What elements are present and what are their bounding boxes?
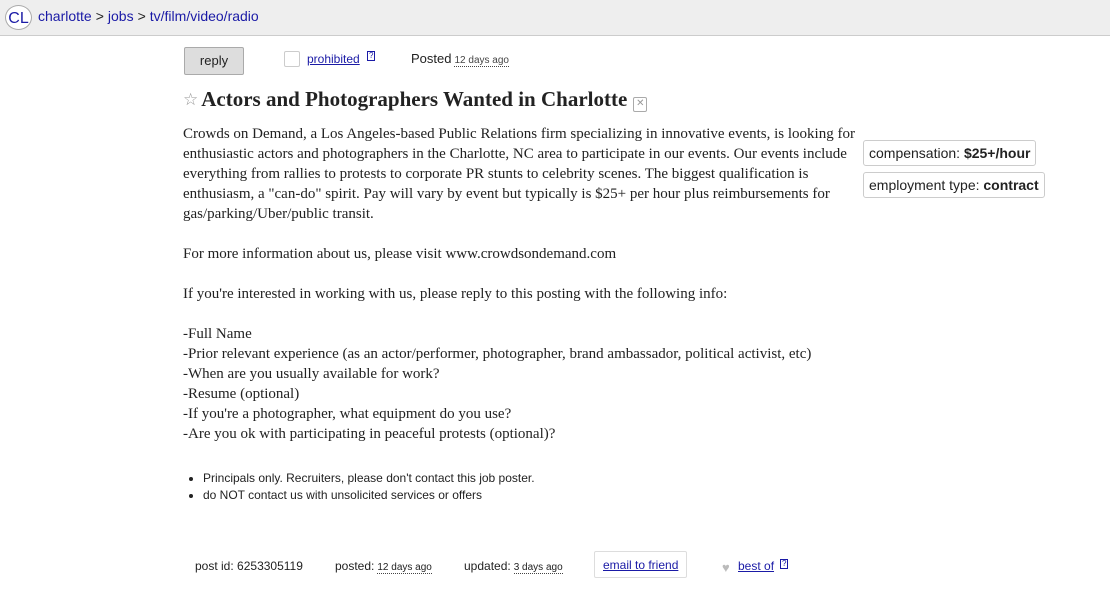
reply-button[interactable]: reply	[184, 47, 244, 75]
posted-info: Posted 12 days ago	[411, 51, 509, 67]
breadcrumb-charlotte[interactable]: charlotte	[38, 8, 92, 24]
requested-info-item: -Are you ok with participating in peacef…	[183, 426, 556, 442]
info-paragraph: For more information about us, please vi…	[183, 246, 617, 262]
best-of-help-icon[interactable]: ?	[780, 559, 789, 569]
posted-date: 12 days ago	[454, 55, 509, 67]
description-paragraph: Crowds on Demand, a Los Angeles-based Pu…	[183, 126, 855, 222]
compensation-label: compensation:	[869, 145, 961, 161]
best-of-link[interactable]: best of	[738, 559, 774, 573]
craigslist-logo[interactable]: CL	[5, 5, 32, 30]
footer-updated: updated: 3 days ago	[464, 559, 563, 574]
posting-body: Crowds on Demand, a Los Angeles-based Pu…	[183, 124, 863, 444]
requested-info-item: -Full Name	[183, 326, 252, 342]
post-id-label: post id:	[195, 559, 234, 573]
footer-updated-date: 3 days ago	[513, 562, 563, 574]
posted-label: Posted	[411, 51, 452, 66]
requested-info-item: -Prior relevant experience (as an actor/…	[183, 346, 812, 362]
requested-info-item: -If you're a photographer, what equipmen…	[183, 406, 512, 422]
employment-type-value: contract	[983, 177, 1039, 193]
compensation-attribute: compensation: $25+/hour	[863, 140, 1037, 166]
post-id-value: 6253305119	[237, 559, 303, 573]
heart-icon[interactable]: ♥	[722, 560, 730, 575]
reply-instructions: If you're interested in working with us,…	[183, 286, 728, 302]
breadcrumb-jobs[interactable]: jobs	[108, 8, 134, 24]
help-icon[interactable]: ?	[367, 51, 376, 61]
footer-posted: posted: 12 days ago	[335, 559, 432, 574]
star-icon[interactable]: ☆	[183, 90, 198, 110]
breadcrumb: charlotte > jobs > tv/film/video/radio	[38, 8, 259, 24]
employment-type-attribute: employment type: contract	[863, 172, 1045, 198]
requested-info-item: -Resume (optional)	[183, 386, 300, 402]
notice-item: Principals only. Recruiters, please don'…	[203, 470, 535, 487]
notices-list: Principals only. Recruiters, please don'…	[185, 470, 535, 504]
compensation-value: $25+/hour	[963, 145, 1031, 161]
employment-type-label: employment type:	[869, 177, 980, 193]
footer-posted-label: posted:	[335, 559, 375, 573]
requested-info-item: -When are you usually available for work…	[183, 366, 440, 382]
footer-updated-label: updated:	[464, 559, 511, 573]
notice-item: do NOT contact us with unsolicited servi…	[203, 487, 535, 504]
breadcrumb-separator: >	[95, 8, 104, 24]
post-id: post id: 6253305119	[195, 559, 303, 573]
top-bar: CL charlotte > jobs > tv/film/video/radio	[0, 0, 1110, 36]
flag-checkbox[interactable]	[284, 51, 300, 67]
hide-posting-icon[interactable]: ✕	[633, 97, 648, 112]
page-title: Actors and Photographers Wanted in Charl…	[201, 87, 628, 111]
footer-posted-date: 12 days ago	[377, 562, 432, 574]
breadcrumb-category[interactable]: tv/film/video/radio	[150, 8, 259, 24]
email-to-friend-button[interactable]: email to friend	[594, 551, 688, 578]
breadcrumb-separator: >	[137, 8, 146, 24]
prohibited-link[interactable]: prohibited	[307, 52, 360, 66]
posting-title: ☆ Actors and Photographers Wanted in Char…	[183, 87, 648, 112]
